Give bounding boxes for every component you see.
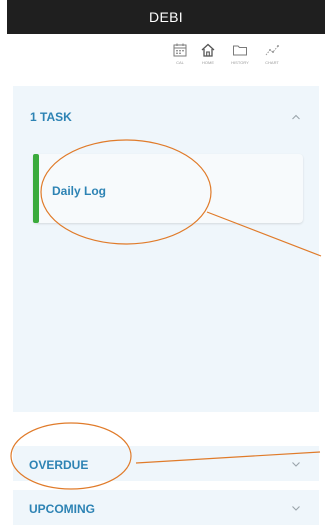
chart-icon xyxy=(265,45,279,56)
nav-item-home[interactable]: HOME xyxy=(195,42,221,65)
task-card-daily-log[interactable]: Daily Log xyxy=(33,154,303,223)
overdue-section[interactable]: OVERDUE xyxy=(13,446,319,481)
calendar-icon xyxy=(173,43,187,57)
section-divider xyxy=(13,481,319,482)
nav-item-chart[interactable]: CHART xyxy=(259,42,285,65)
tasks-header[interactable]: 1 TASK xyxy=(13,86,319,146)
folder-icon xyxy=(233,45,247,56)
section-gap xyxy=(13,412,319,426)
nav-item-history[interactable]: HISTORY xyxy=(227,42,253,65)
nav-label-home: HOME xyxy=(202,60,214,65)
top-nav: CAL HOME HISTORY CHART xyxy=(7,34,325,86)
upcoming-section[interactable]: UPCOMING xyxy=(13,490,319,525)
upcoming-label: UPCOMING xyxy=(29,502,95,516)
task-title: Daily Log xyxy=(52,184,107,198)
nav-label-history: HISTORY xyxy=(231,60,249,65)
chevron-down-icon[interactable] xyxy=(291,504,301,512)
overdue-label: OVERDUE xyxy=(29,458,89,472)
tasks-panel: 1 TASK Daily Log xyxy=(13,86,319,412)
nav-item-cal[interactable]: CAL xyxy=(167,42,193,65)
task-count-label: 1 TASK xyxy=(30,110,72,124)
app-title: DEBI xyxy=(149,9,183,25)
nav-label-cal: CAL xyxy=(176,60,184,65)
app-title-bar: DEBI xyxy=(7,0,325,34)
nav-label-chart: CHART xyxy=(265,60,279,65)
task-status-bar xyxy=(33,154,39,223)
home-icon xyxy=(201,43,215,57)
chevron-down-icon[interactable] xyxy=(291,460,301,468)
chevron-up-icon[interactable] xyxy=(291,113,301,121)
